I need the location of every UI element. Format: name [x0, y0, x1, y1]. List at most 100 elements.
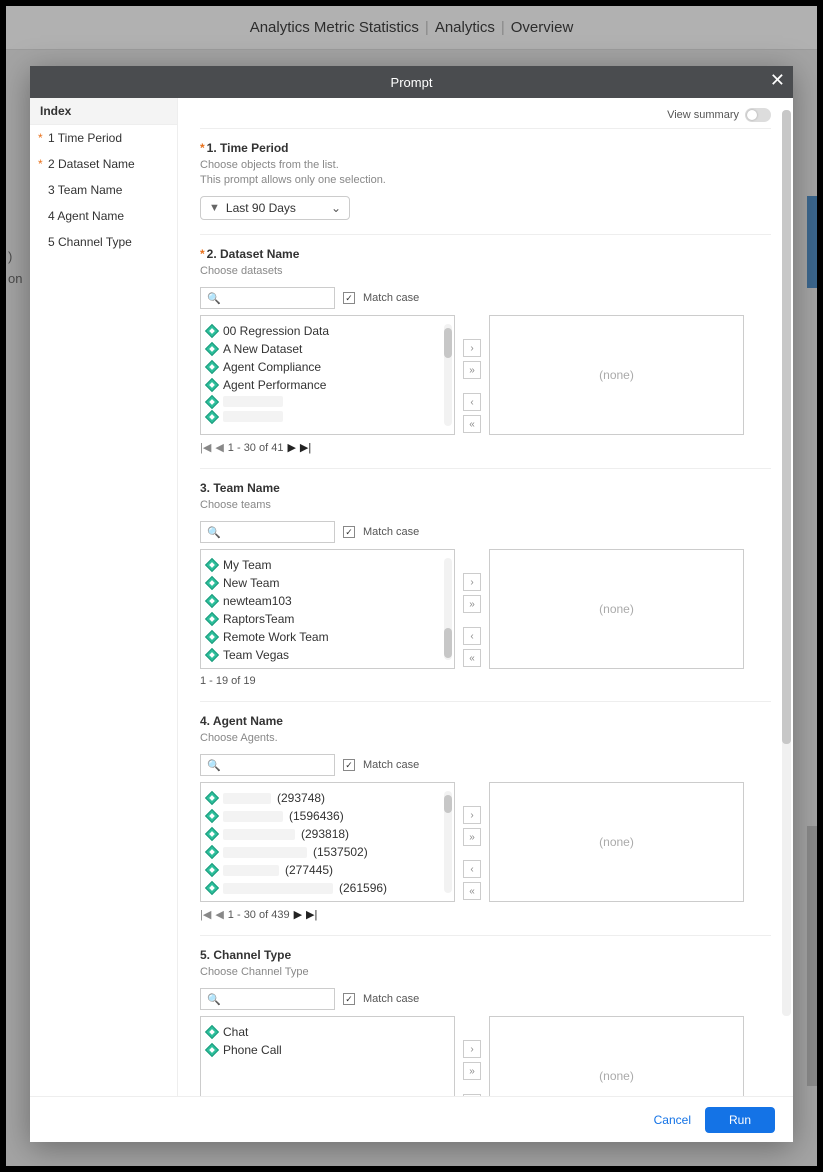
dataset-icon [207, 578, 217, 588]
match-case-checkbox[interactable] [343, 993, 355, 1005]
dataset-icon [207, 865, 217, 875]
list-item[interactable]: (277445) [207, 861, 448, 879]
list-item[interactable]: (1537502) [207, 843, 448, 861]
move-right-button[interactable]: › [463, 339, 481, 357]
redacted-name [223, 829, 295, 840]
match-case-label: Match case [363, 526, 419, 538]
modal-footer: Cancel Run [30, 1096, 793, 1142]
section-agent-name: 4. Agent Name Choose Agents. 🔍 Match cas… [200, 701, 771, 935]
list-item[interactable]: Phone Call [207, 1041, 448, 1059]
agent-selected-list[interactable]: (none) [489, 782, 744, 902]
team-search-input[interactable]: 🔍 [200, 521, 335, 543]
section-desc: Choose objects from the list. This promp… [200, 158, 771, 188]
list-item[interactable]: Agent Compliance [207, 358, 448, 376]
agent-available-list[interactable]: (293748) (1596436) (293818) (1537502) (2… [200, 782, 455, 902]
list-item[interactable] [207, 409, 448, 424]
redacted-name [223, 847, 307, 858]
move-left-button[interactable]: ‹ [463, 1094, 481, 1096]
move-right-button[interactable]: › [463, 1040, 481, 1058]
list-item[interactable]: newteam103 [207, 592, 448, 610]
pager-prev-button[interactable]: ◀ [215, 441, 223, 454]
search-icon: 🔍 [207, 526, 221, 539]
agent-search-input[interactable]: 🔍 [200, 754, 335, 776]
pager-first-button[interactable]: |◀ [200, 441, 211, 454]
move-left-button[interactable]: ‹ [463, 860, 481, 878]
list-item[interactable]: Team Vegas [207, 646, 448, 664]
move-all-left-button[interactable]: « [463, 649, 481, 667]
match-case-label: Match case [363, 759, 419, 771]
index-sidebar: Index 1 Time Period2 Dataset Name3 Team … [30, 98, 178, 1096]
list-item[interactable]: (261596) [207, 879, 448, 897]
match-case-checkbox[interactable] [343, 526, 355, 538]
pager-last-button[interactable]: ▶| [306, 908, 317, 921]
match-case-checkbox[interactable] [343, 292, 355, 304]
redacted-name [223, 865, 279, 876]
sidebar-item[interactable]: 4 Agent Name [30, 203, 177, 229]
sidebar-item[interactable]: 3 Team Name [30, 177, 177, 203]
section-title: 5. Channel Type [200, 948, 291, 962]
cancel-button[interactable]: Cancel [654, 1113, 691, 1127]
list-scrollbar[interactable] [444, 791, 452, 893]
pager-first-button[interactable]: |◀ [200, 908, 211, 921]
list-item[interactable]: My Team [207, 556, 448, 574]
run-button[interactable]: Run [705, 1107, 775, 1133]
dataset-icon [207, 883, 217, 893]
move-right-button[interactable]: › [463, 806, 481, 824]
dataset-icon [207, 412, 217, 422]
list-item[interactable]: 00 Regression Data [207, 322, 448, 340]
list-item[interactable]: Chat [207, 1023, 448, 1041]
move-all-left-button[interactable]: « [463, 882, 481, 900]
section-desc: Choose Channel Type [200, 965, 771, 980]
move-left-button[interactable]: ‹ [463, 627, 481, 645]
sidebar-item[interactable]: 1 Time Period [30, 125, 177, 151]
match-case-label: Match case [363, 292, 419, 304]
dataset-available-list[interactable]: 00 Regression DataA New DatasetAgent Com… [200, 315, 455, 435]
match-case-label: Match case [363, 993, 419, 1005]
sidebar-item[interactable]: 2 Dataset Name [30, 151, 177, 177]
search-icon: 🔍 [207, 759, 221, 772]
list-scrollbar[interactable] [444, 558, 452, 660]
channel-selected-list[interactable]: (none) [489, 1016, 744, 1096]
dataset-icon [207, 380, 217, 390]
list-item[interactable]: Agent Performance [207, 376, 448, 394]
section-desc: Choose teams [200, 498, 771, 513]
list-scrollbar[interactable] [444, 324, 452, 426]
list-item[interactable]: (293818) [207, 825, 448, 843]
match-case-checkbox[interactable] [343, 759, 355, 771]
content-scrollbar[interactable] [782, 110, 791, 1016]
move-all-right-button[interactable]: » [463, 595, 481, 613]
move-left-button[interactable]: ‹ [463, 393, 481, 411]
pager-prev-button[interactable]: ◀ [215, 908, 223, 921]
team-available-list[interactable]: My TeamNew Teamnewteam103RaptorsTeamRemo… [200, 549, 455, 669]
move-all-right-button[interactable]: » [463, 361, 481, 379]
sidebar-item[interactable]: 5 Channel Type [30, 229, 177, 255]
pager-next-button[interactable]: ▶ [287, 441, 295, 454]
view-summary-toggle[interactable] [745, 108, 771, 122]
move-all-right-button[interactable]: » [463, 1062, 481, 1080]
channel-search-input[interactable]: 🔍 [200, 988, 335, 1010]
dataset-search-input[interactable]: 🔍 [200, 287, 335, 309]
pager-last-button[interactable]: ▶| [300, 441, 311, 454]
move-all-left-button[interactable]: « [463, 415, 481, 433]
list-item[interactable]: Remote Work Team [207, 628, 448, 646]
modal-header: Prompt ✕ [30, 66, 793, 98]
channel-available-list[interactable]: ChatPhone Call [200, 1016, 455, 1096]
time-period-dropdown[interactable]: ▼ Last 90 Days ⌄ [200, 196, 350, 220]
close-icon[interactable]: ✕ [770, 70, 785, 91]
list-item[interactable]: A New Dataset [207, 340, 448, 358]
move-all-right-button[interactable]: » [463, 828, 481, 846]
list-item[interactable]: RaptorsTeam [207, 610, 448, 628]
list-item[interactable]: New Team [207, 574, 448, 592]
dataset-icon [207, 811, 217, 821]
dataset-selected-list[interactable]: (none) [489, 315, 744, 435]
dataset-icon [207, 344, 217, 354]
move-right-button[interactable]: › [463, 573, 481, 591]
prompt-content[interactable]: View summary *1. Time Period Choose obje… [178, 98, 793, 1096]
list-item[interactable]: (1596436) [207, 807, 448, 825]
section-time-period: *1. Time Period Choose objects from the … [200, 128, 771, 234]
list-item[interactable]: (293748) [207, 789, 448, 807]
pager-next-button[interactable]: ▶ [294, 908, 302, 921]
team-selected-list[interactable]: (none) [489, 549, 744, 669]
list-item[interactable] [207, 394, 448, 409]
dataset-icon [207, 596, 217, 606]
